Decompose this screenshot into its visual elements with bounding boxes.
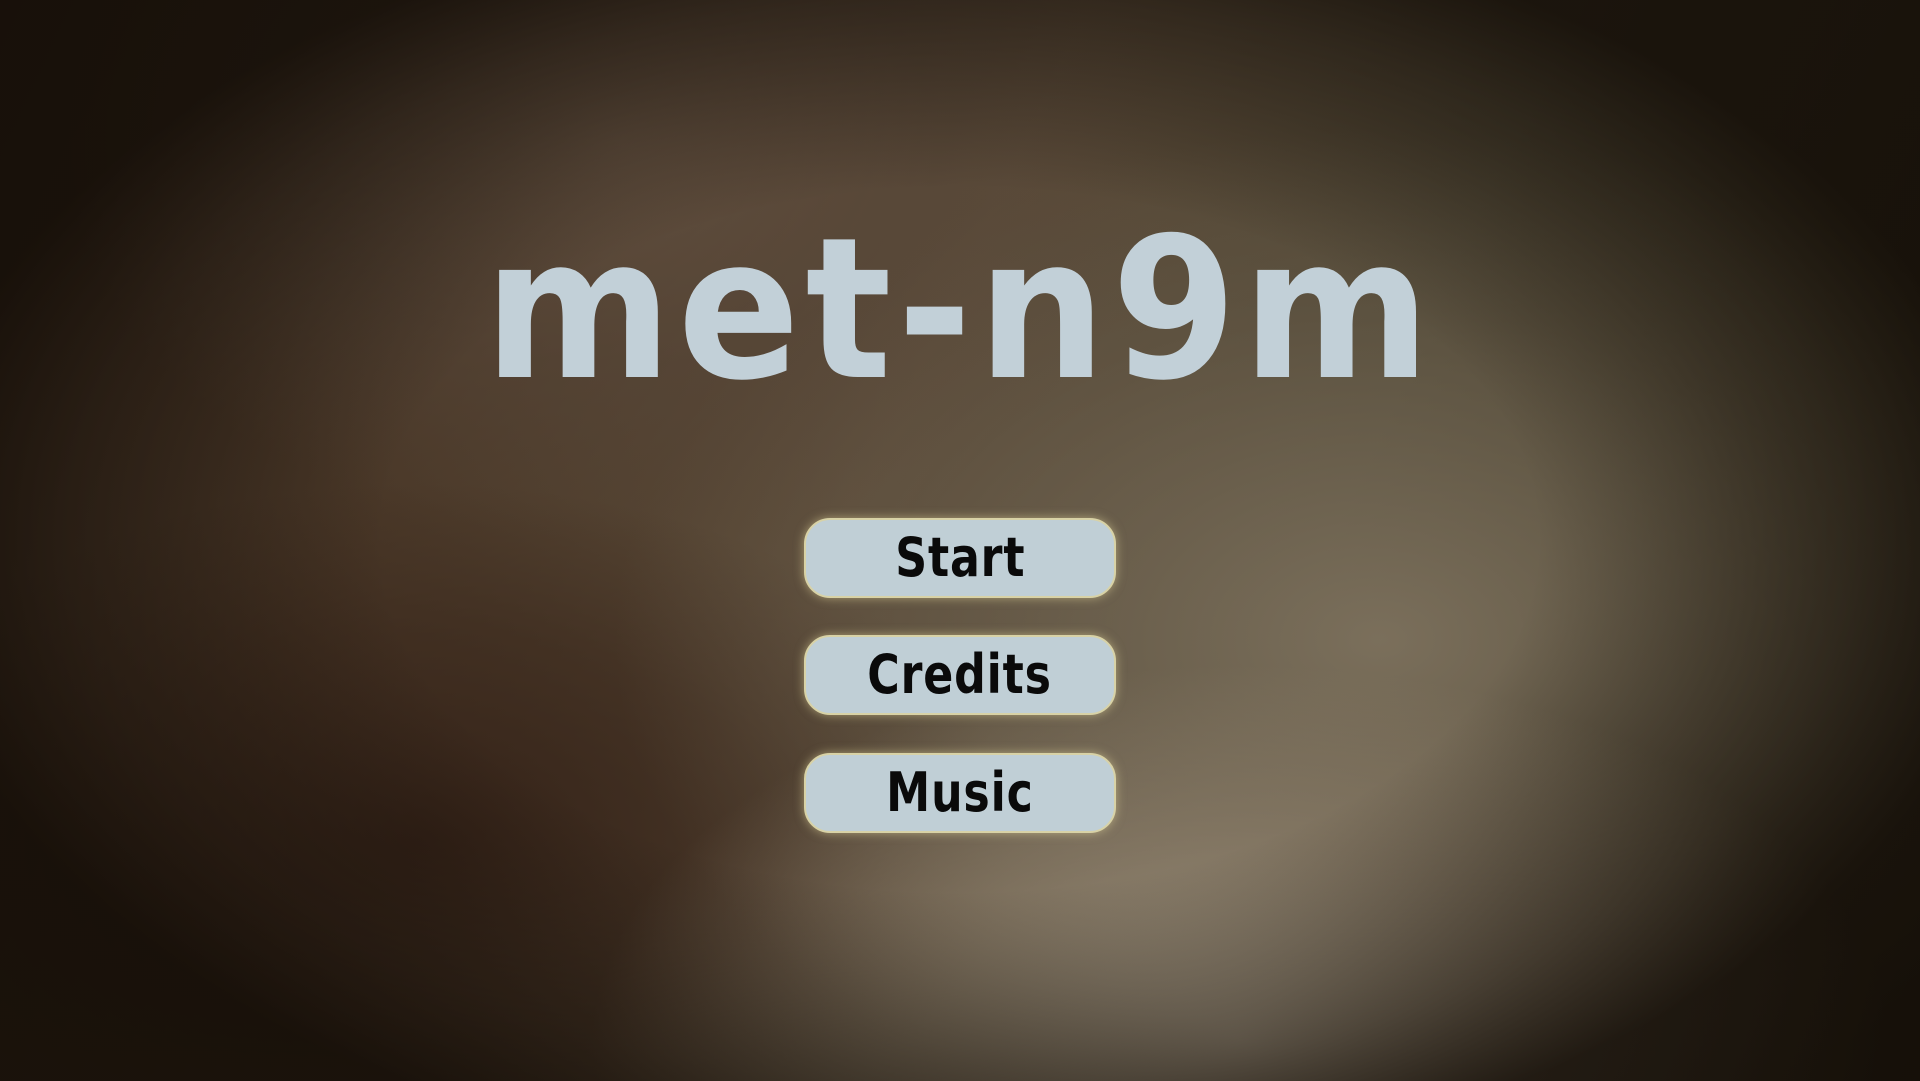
start-button-label: Start [894, 526, 1026, 589]
game-title: met-n9m [484, 196, 1436, 424]
music-button-label: Music [886, 761, 1034, 824]
main-menu: Start Credits Music [804, 518, 1116, 870]
credits-button[interactable]: Credits [804, 635, 1116, 715]
credits-button-label: Credits [867, 643, 1053, 706]
start-button[interactable]: Start [804, 518, 1116, 598]
main-menu-screen: met-n9m Start Credits Music [0, 0, 1920, 1081]
music-button[interactable]: Music [804, 753, 1116, 833]
